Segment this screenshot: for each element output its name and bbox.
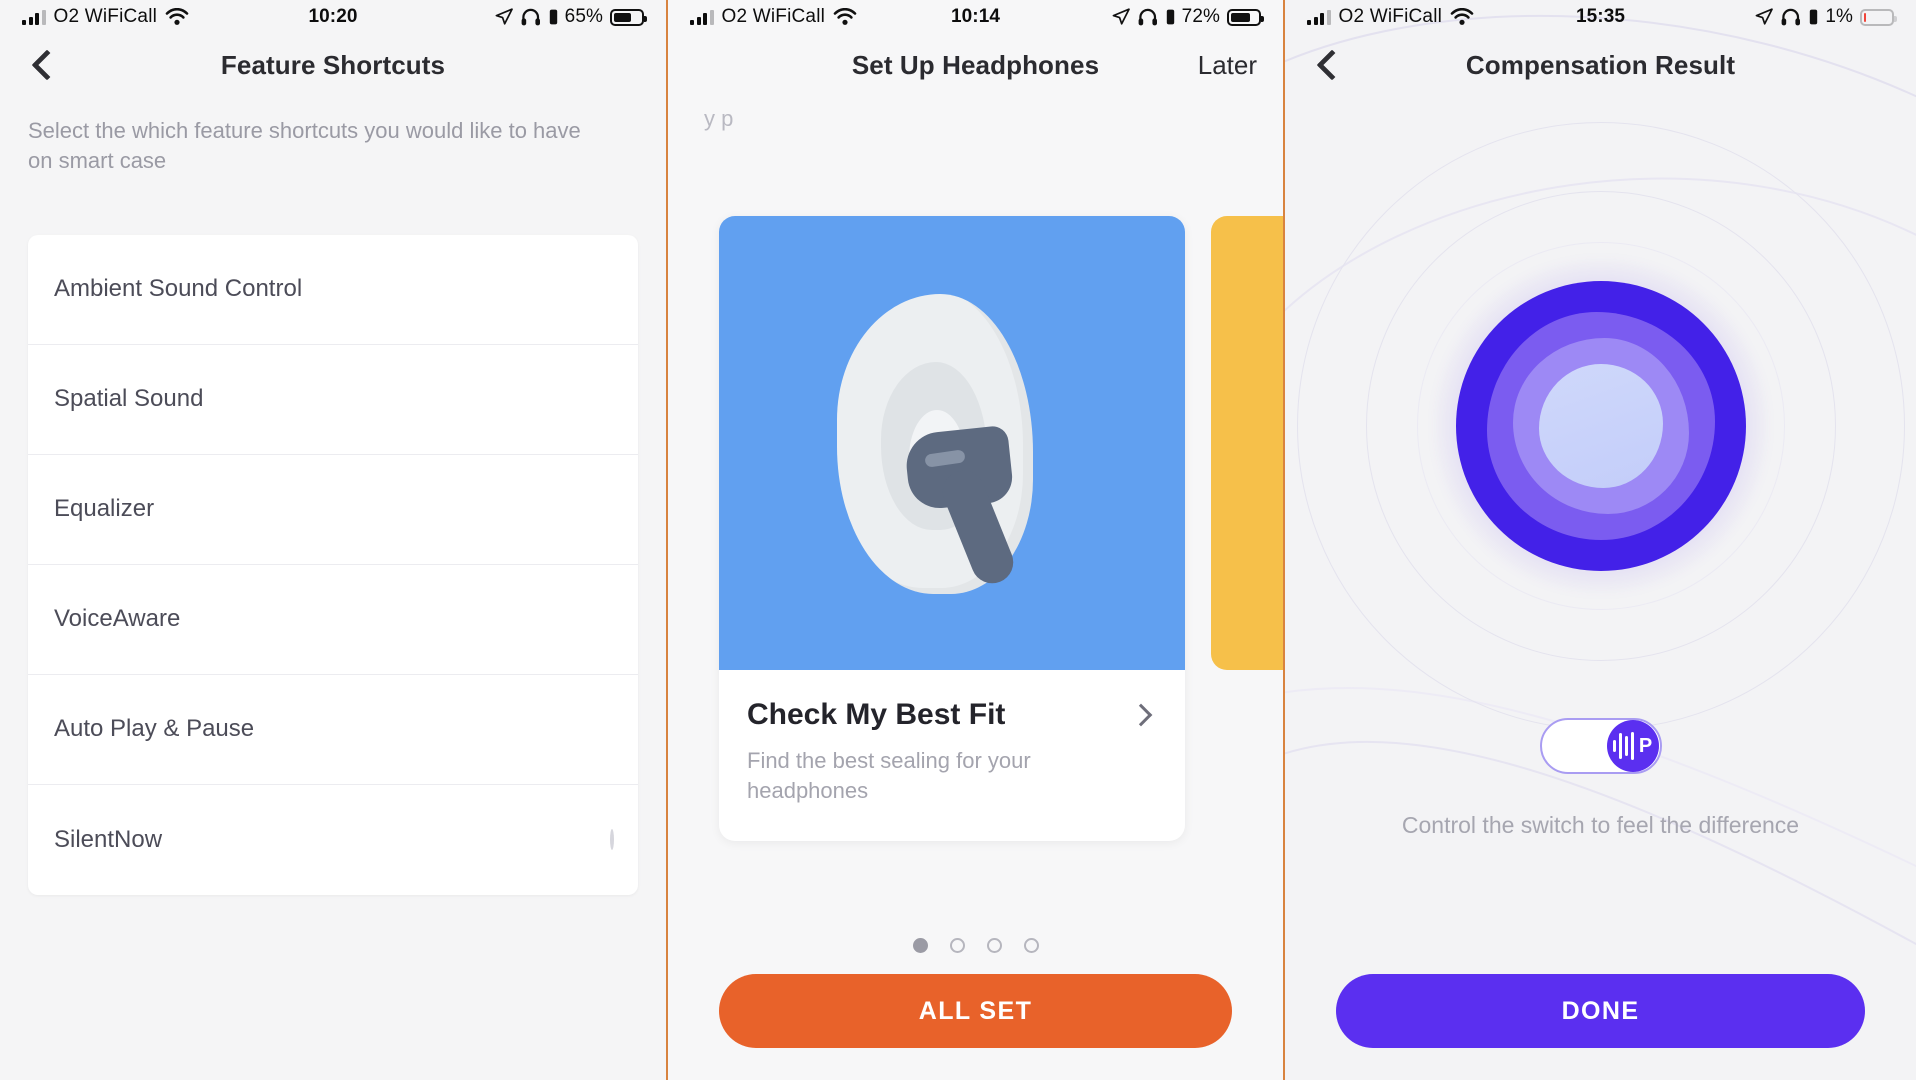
carousel-pagination[interactable] [668,938,1283,953]
panel-feature-shortcuts: O2 WiFiCall 10:20 65% Feature Shortcuts … [0,0,668,1080]
slide-text-block: Check My Best Fit Find the best sealing … [719,670,1185,841]
battery-percent-label: 65% [564,6,603,27]
battery-percent-label: 1% [1825,6,1853,27]
page-subtitle: Select the which feature shortcuts you w… [28,118,581,174]
pagination-dot[interactable] [986,938,1002,953]
status-right-group: 72% [1111,6,1264,28]
three-phone-screenshots: O2 WiFiCall 10:20 65% Feature Shortcuts … [0,0,1920,1080]
feature-label: Auto Play & Pause [54,715,255,743]
pagination-dot[interactable] [912,938,928,953]
list-item[interactable]: SilentNow [28,785,638,895]
signal-bars-icon [22,9,46,25]
status-bar-panel2: O2 WiFiCall 10:14 72% [668,0,1283,34]
list-item[interactable]: VoiceAware [28,565,638,675]
panel-compensation-result: O2 WiFiCall 15:35 1% Compensation Result… [1285,0,1916,1080]
slide-title-row[interactable]: Check My Best Fit [747,698,1157,732]
later-button[interactable]: Later [1198,50,1257,81]
carousel-next-slide-peek[interactable] [1211,216,1283,670]
list-item[interactable]: Spatial Sound [28,345,638,455]
waveform-p-logo-icon: P [1606,720,1659,772]
slide-title: Check My Best Fit [747,698,1006,731]
nav-bar-panel2: Set Up Headphones Later [668,34,1283,96]
ear-with-earbud-illustration [719,216,1185,670]
done-button[interactable]: DONE [1336,974,1865,1048]
carrier-label: O2 WiFiCall [721,6,826,27]
headphone-battery-icon [549,9,557,25]
signal-bars-icon [690,9,714,25]
battery-icon [1227,8,1264,26]
carrier-label: O2 WiFiCall [1338,6,1443,27]
location-arrow-icon [1112,8,1130,25]
page-title: Set Up Headphones [851,49,1100,80]
pagination-dot[interactable] [1023,938,1039,953]
page-title: Feature Shortcuts [220,49,446,80]
carousel-slide-check-my-best-fit[interactable]: Check My Best Fit Find the best sealing … [719,216,1185,841]
pagination-dot[interactable] [949,938,965,953]
status-left-group: O2 WiFiCall [1307,6,1474,28]
wifi-icon [833,8,857,25]
list-item[interactable]: Equalizer [28,455,638,565]
nav-bar-panel3: Compensation Result [1285,34,1916,96]
feature-label: Spatial Sound [54,385,204,413]
feature-label: Ambient Sound Control [54,275,303,303]
status-right-group: 65% [494,6,647,28]
scrolled-text-remnant: y p [704,106,734,131]
checkbox-off-icon[interactable] [610,828,614,850]
all-set-button[interactable]: ALL SET [719,974,1232,1048]
status-left-group: O2 WiFiCall [22,6,189,28]
wifi-icon [1450,8,1474,25]
nav-bar-panel1: Feature Shortcuts [0,34,666,96]
feature-shortcuts-list: Ambient Sound Control Spatial Sound Equa… [28,234,638,895]
headphones-icon [1138,8,1157,26]
blob-layer-4 [1538,364,1663,488]
list-item[interactable]: Auto Play & Pause [28,675,638,785]
compensation-toggle-switch[interactable]: P [1539,718,1662,774]
signal-bars-icon [1307,9,1331,25]
headphone-battery-icon [1166,9,1174,25]
back-chevron-icon[interactable] [26,48,60,82]
location-arrow-icon [495,8,513,25]
switch-hint-text: Control the switch to feel the differenc… [1401,812,1800,838]
headphones-icon [521,8,540,26]
back-chevron-icon[interactable] [1311,48,1345,82]
battery-icon [610,8,647,26]
feature-label: Equalizer [54,495,155,523]
headphones-icon [1781,8,1801,26]
status-right-group: 1% [1754,6,1897,28]
status-bar-panel3: O2 WiFiCall 15:35 1% [1285,0,1916,34]
status-bar-panel1: O2 WiFiCall 10:20 65% [0,0,666,34]
compensation-blob-visual [1285,96,1916,756]
carrier-label: O2 WiFiCall [53,6,158,27]
list-item[interactable]: Ambient Sound Control [28,235,638,345]
setup-carousel[interactable]: Check My Best Fit Find the best sealing … [668,216,1283,841]
feature-label: SilentNow [54,825,163,853]
wifi-icon [165,8,189,25]
chevron-right-icon[interactable] [1129,703,1153,727]
headphone-battery-icon [1810,9,1818,25]
panel-set-up-headphones: O2 WiFiCall 10:14 72% Set Up Headphones … [668,0,1285,1080]
status-left-group: O2 WiFiCall [690,6,857,28]
page-title: Compensation Result [1465,49,1736,80]
feature-label: VoiceAware [54,605,181,633]
battery-percent-label: 72% [1181,6,1220,27]
location-arrow-icon [1755,8,1774,25]
battery-icon-low [1860,8,1897,26]
slide-subtitle: Find the best sealing for your headphone… [747,748,1031,804]
